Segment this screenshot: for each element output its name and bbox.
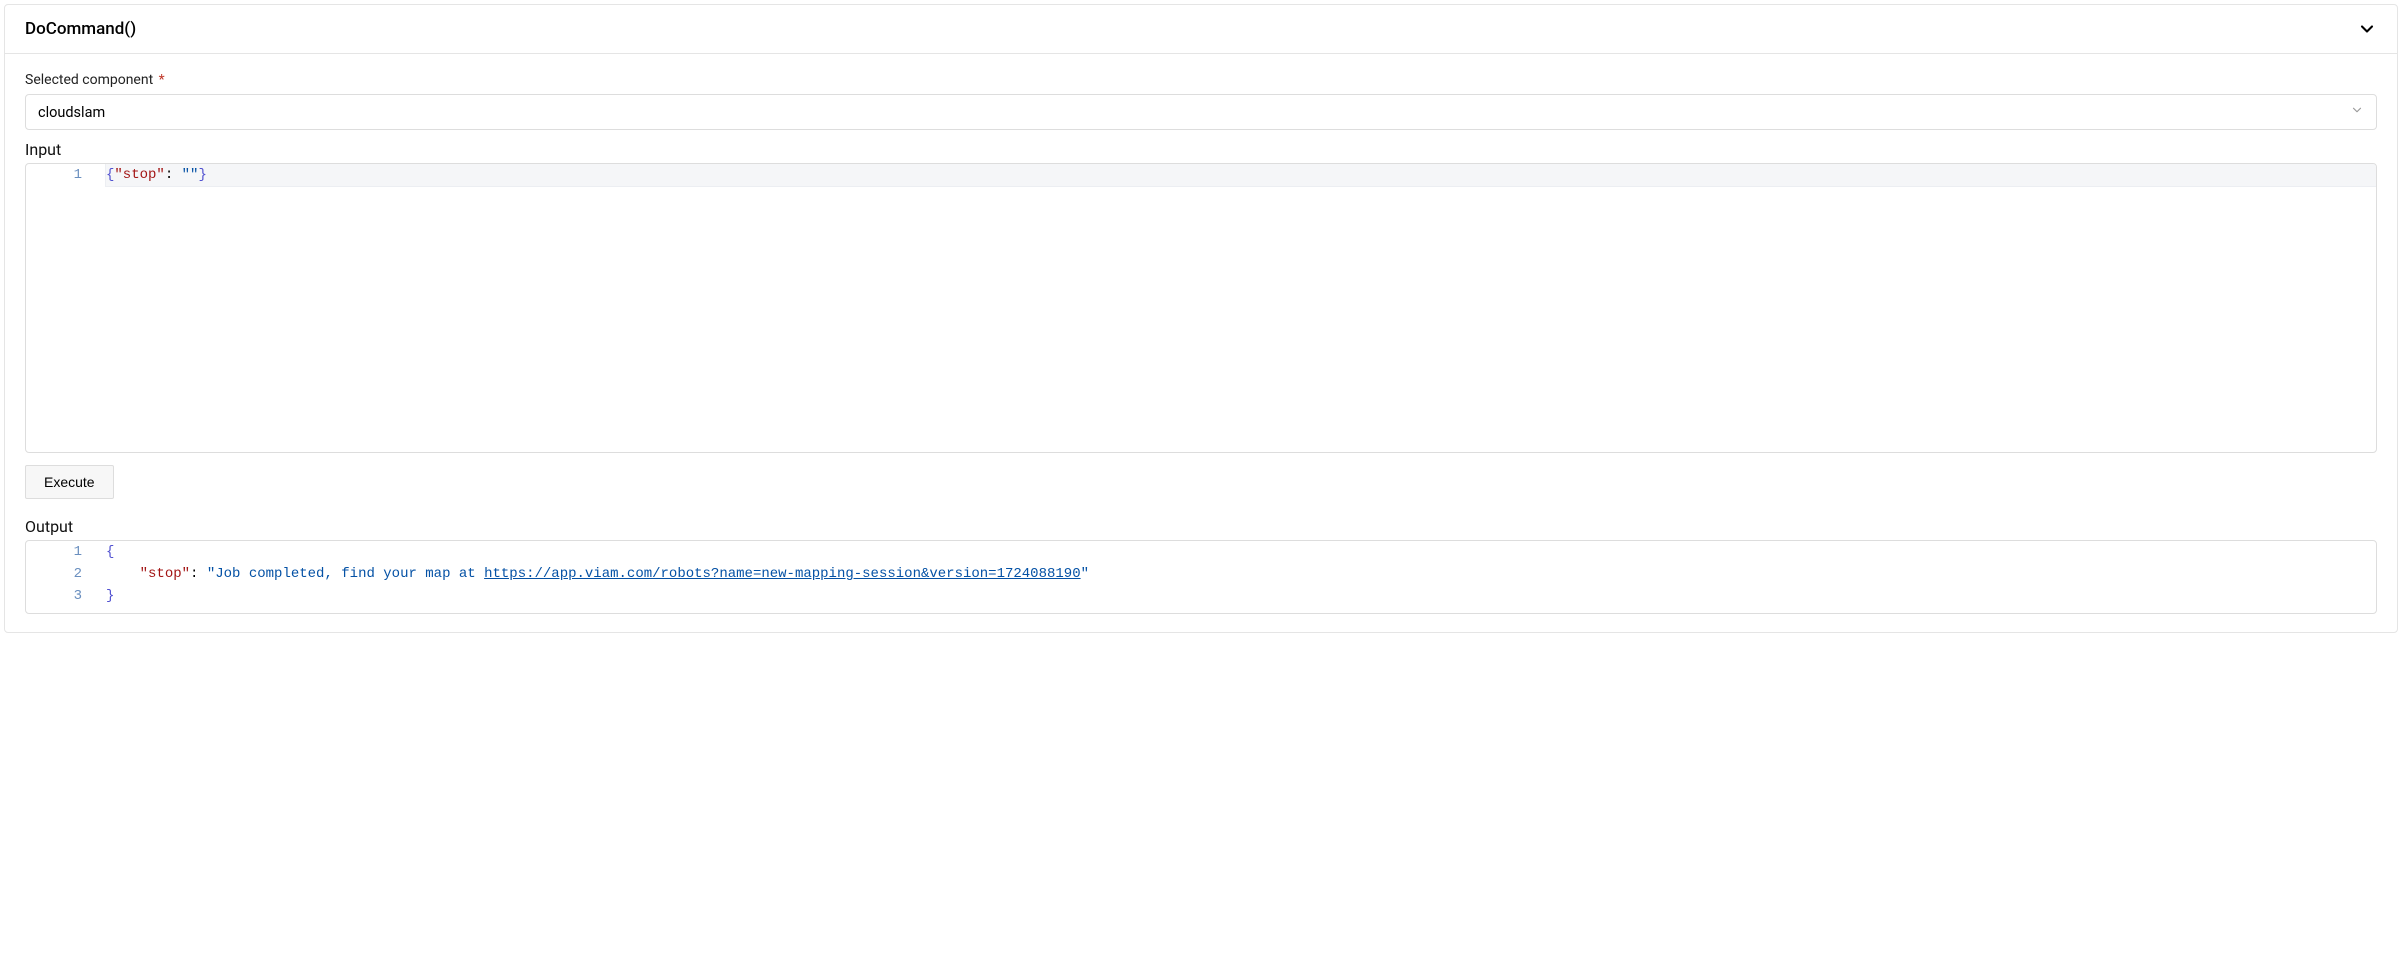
- output-label: Output: [25, 517, 2377, 536]
- code-token: [106, 566, 140, 582]
- input-editor[interactable]: 1{"stop": ""}: [25, 163, 2377, 453]
- code-token: :: [190, 566, 207, 582]
- code-content[interactable]: {"stop": ""}: [106, 164, 2376, 186]
- chevron-down-icon: [2357, 19, 2377, 39]
- code-token: "": [182, 167, 199, 183]
- selected-component-label: Selected component *: [25, 72, 2377, 88]
- code-token: "stop": [114, 167, 164, 183]
- gutter-line-number: 1: [26, 164, 106, 186]
- output-editor[interactable]: 1{2 "stop": "Job completed, find your ma…: [25, 540, 2377, 614]
- code-token: }: [198, 167, 206, 183]
- code-line[interactable]: 2 "stop": "Job completed, find your map …: [26, 563, 2376, 585]
- code-token: :: [165, 167, 182, 183]
- do-command-panel: DoCommand() Selected component * cloudsl…: [4, 4, 2398, 633]
- code-token: ": [1081, 566, 1089, 582]
- panel-title: DoCommand(): [25, 19, 136, 39]
- code-token: {: [106, 544, 114, 560]
- selected-component-select[interactable]: cloudslam: [25, 94, 2377, 130]
- execute-button[interactable]: Execute: [25, 465, 114, 499]
- gutter-line-number: 3: [26, 585, 106, 607]
- selected-component-label-text: Selected component: [25, 72, 153, 88]
- code-line[interactable]: 1{: [26, 541, 2376, 563]
- code-token: "Job completed, find your map at: [207, 566, 484, 582]
- code-line[interactable]: 3}: [26, 585, 2376, 607]
- required-asterisk: *: [159, 72, 165, 88]
- code-token: }: [106, 588, 114, 604]
- chevron-down-icon: [2350, 103, 2364, 121]
- code-line[interactable]: 1{"stop": ""}: [26, 164, 2376, 186]
- gutter-line-number: 2: [26, 563, 106, 585]
- code-token: "stop": [140, 566, 190, 582]
- gutter-line-number: 1: [26, 541, 106, 563]
- code-content[interactable]: "stop": "Job completed, find your map at…: [106, 563, 2376, 585]
- panel-header[interactable]: DoCommand(): [5, 5, 2397, 54]
- selected-component-value: cloudslam: [38, 104, 2350, 121]
- input-label: Input: [25, 140, 2377, 159]
- code-token: https://app.viam.com/robots?name=new-map…: [484, 566, 1081, 582]
- code-content[interactable]: {: [106, 541, 2376, 563]
- code-content[interactable]: }: [106, 585, 2376, 607]
- panel-body: Selected component * cloudslam Input 1{"…: [5, 54, 2397, 632]
